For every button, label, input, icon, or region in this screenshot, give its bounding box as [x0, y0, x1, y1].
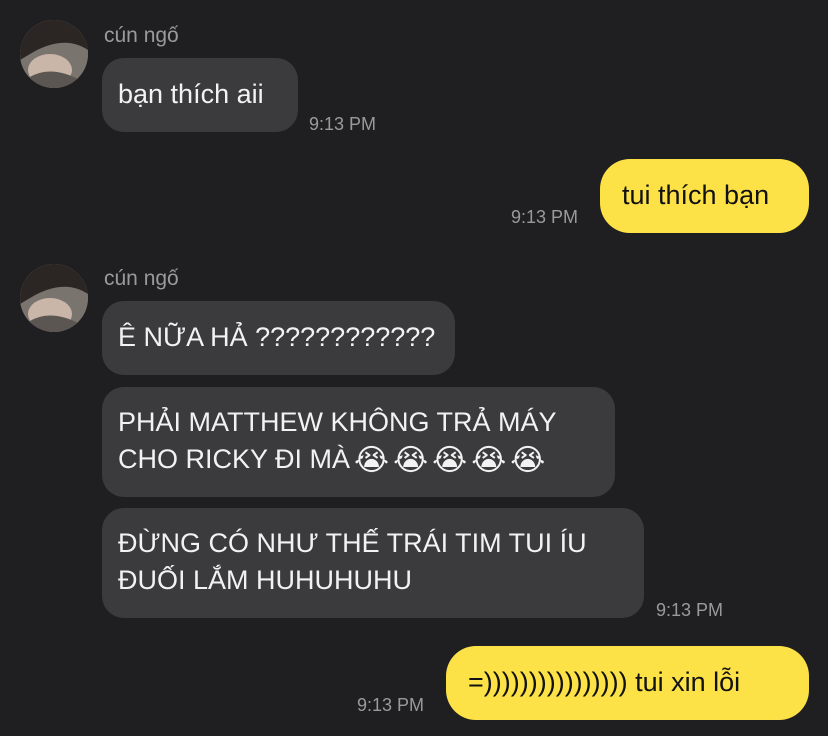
avatar-photo-icon	[20, 20, 88, 88]
message-text: =)))))))))))))))) tui xin lỗi	[468, 667, 741, 697]
incoming-message[interactable]: ĐỪNG CÓ NHƯ THẾ TRÁI TIM TUI ÍU ĐUỐI LẮM…	[102, 508, 644, 618]
outgoing-message[interactable]: =)))))))))))))))) tui xin lỗi	[446, 646, 809, 720]
message-timestamp: 9:13 PM	[309, 114, 377, 134]
message-timestamp: 9:13 PM	[656, 600, 724, 620]
contact-avatar[interactable]	[20, 264, 88, 332]
loudly-crying-face-icon: 😭	[432, 444, 468, 477]
loudly-crying-face-icon: 😭	[393, 444, 429, 477]
loudly-crying-face-icon: 😭	[354, 444, 390, 477]
avatar-photo-icon	[20, 264, 88, 332]
message-text: tui thích bạn	[622, 180, 770, 210]
message-text: Ê NỮA HẢ ????????????	[118, 322, 436, 352]
incoming-message[interactable]: PHẢI MATTHEW KHÔNG TRẢ MÁY CHO RICKY ĐI …	[102, 387, 615, 497]
message-timestamp: 9:13 PM	[357, 695, 425, 715]
message-timestamp: 9:13 PM	[511, 207, 579, 227]
message-text-line: CHO RICKY ĐI MÀ 😭 😭 😭 😭 😭	[118, 444, 546, 477]
sender-name: cún ngố	[104, 24, 179, 47]
contact-avatar[interactable]	[20, 20, 88, 88]
loudly-crying-face-icon: 😭	[471, 444, 507, 477]
sender-name: cún ngố	[104, 267, 179, 290]
message-text-line: ĐỪNG CÓ NHƯ THẾ TRÁI TIM TUI ÍU	[118, 528, 587, 558]
loudly-crying-face-icon: 😭	[510, 444, 546, 477]
message-text-line: PHẢI MATTHEW KHÔNG TRẢ MÁY	[118, 407, 557, 437]
incoming-message[interactable]: bạn thích aii	[102, 58, 298, 132]
incoming-message[interactable]: Ê NỮA HẢ ????????????	[102, 301, 455, 375]
outgoing-message[interactable]: tui thích bạn	[600, 159, 809, 233]
message-text-line: ĐUỐI LẮM HUHUHUHU	[118, 565, 413, 595]
message-text: bạn thích aii	[118, 79, 264, 109]
chat-thread: cún ngố bạn thích aii 9:13 PM 9:13 PM tu…	[0, 0, 828, 736]
